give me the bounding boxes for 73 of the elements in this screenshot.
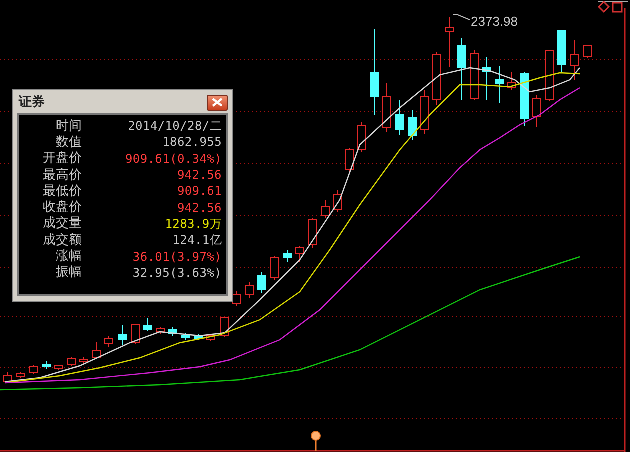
field-label: 涨幅 bbox=[55, 250, 82, 264]
candlestick bbox=[206, 334, 216, 342]
field-value: 36.01(3.97%) bbox=[132, 250, 222, 263]
candlestick bbox=[520, 72, 530, 126]
candlestick bbox=[42, 360, 52, 370]
candlestick bbox=[322, 200, 330, 218]
candlestick bbox=[182, 332, 190, 340]
candlestick bbox=[246, 282, 254, 298]
candlestick bbox=[408, 110, 418, 140]
candlestick bbox=[4, 372, 12, 384]
field-label: 时间 bbox=[55, 120, 82, 133]
candlestick bbox=[458, 38, 466, 100]
field-label: 最高价 bbox=[42, 168, 82, 182]
field-value: 942.56 bbox=[177, 202, 222, 214]
candlestick bbox=[132, 324, 140, 344]
field-value: 1862.955 bbox=[162, 136, 222, 148]
square-icon[interactable] bbox=[612, 2, 623, 13]
candlestick bbox=[446, 16, 454, 68]
peak-price-label: 2373.98 bbox=[471, 14, 518, 29]
field-value: 942.56 bbox=[177, 169, 222, 182]
candlestick bbox=[232, 290, 242, 306]
candlestick bbox=[296, 246, 304, 262]
field-value: 909.61(0.34%) bbox=[125, 152, 222, 165]
candlestick bbox=[482, 56, 492, 100]
field-value: 32.95(3.63%) bbox=[132, 266, 222, 279]
candlestick bbox=[156, 326, 166, 334]
field-value: 909.61 bbox=[177, 185, 222, 198]
candlestick bbox=[334, 190, 342, 212]
candlestick bbox=[532, 94, 542, 128]
diamond-icon[interactable] bbox=[598, 0, 610, 14]
candlestick bbox=[118, 324, 128, 346]
close-button[interactable] bbox=[207, 94, 228, 110]
field-value: 124.1亿 bbox=[172, 234, 222, 246]
candlestick bbox=[194, 334, 204, 340]
field-label: 开盘价 bbox=[42, 152, 82, 166]
candlestick bbox=[358, 122, 366, 152]
field-label: 成交额 bbox=[42, 234, 82, 247]
candlestick bbox=[308, 218, 318, 248]
time-marker-icon[interactable] bbox=[311, 431, 321, 451]
candlestick bbox=[346, 148, 354, 174]
field-label: 收盘价 bbox=[42, 201, 82, 214]
candlestick bbox=[396, 100, 404, 136]
candlestick bbox=[570, 40, 580, 80]
candlestick bbox=[470, 50, 480, 100]
candlestick bbox=[144, 318, 152, 332]
field-label: 成交量 bbox=[42, 217, 82, 230]
candlestick bbox=[270, 256, 280, 280]
candlestick bbox=[546, 50, 554, 102]
field-value: 1283.9万 bbox=[165, 218, 222, 230]
candlestick bbox=[508, 72, 516, 90]
panel-title: 证券 bbox=[18, 94, 45, 112]
candlestick bbox=[68, 356, 76, 366]
candlestick bbox=[432, 52, 442, 106]
leader-line bbox=[452, 14, 470, 20]
field-value: 2014/10/28/二 bbox=[128, 120, 222, 132]
candlestick bbox=[92, 342, 102, 360]
field-label: 数值 bbox=[55, 136, 82, 149]
candlestick bbox=[420, 90, 430, 134]
field-label: 振幅 bbox=[55, 266, 82, 280]
candlestick bbox=[258, 272, 266, 294]
candlestick bbox=[382, 82, 392, 132]
candlestick bbox=[16, 372, 26, 378]
field-label: 最低价 bbox=[42, 184, 82, 198]
candlestick bbox=[558, 30, 566, 72]
candlestick bbox=[284, 250, 292, 262]
candlestick bbox=[168, 326, 178, 336]
candlestick bbox=[80, 356, 88, 364]
candlestick bbox=[584, 46, 592, 58]
candlestick bbox=[54, 364, 64, 370]
candlestick bbox=[104, 336, 114, 348]
candlestick bbox=[30, 364, 38, 374]
close-icon bbox=[212, 98, 223, 107]
candlestick bbox=[496, 66, 504, 104]
